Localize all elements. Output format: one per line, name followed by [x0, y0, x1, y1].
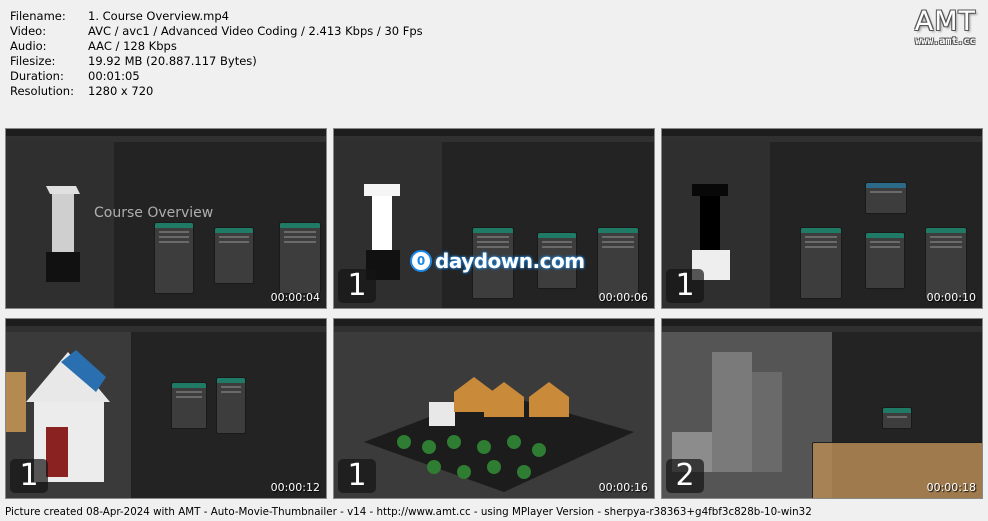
node-box: [279, 222, 321, 294]
logo-text: AMT: [914, 6, 976, 37]
node-box: [597, 227, 639, 299]
node-box: [925, 227, 967, 299]
info-key: Filename:: [10, 9, 66, 23]
viewport-3d: [334, 332, 654, 498]
node-editor: [131, 332, 326, 498]
node-box: [216, 377, 246, 434]
step-badge: 1: [10, 459, 48, 493]
thumbnail-3[interactable]: 1 00:00:10: [661, 128, 983, 309]
timestamp: 00:00:12: [270, 481, 320, 494]
info-row-duration: Duration: 00:01:05: [10, 69, 423, 84]
thumbnail-5[interactable]: 1 00:00:16: [333, 318, 655, 499]
timestamp: 00:00:18: [926, 481, 976, 494]
step-badge: 1: [338, 459, 376, 493]
tower-model-icon: [46, 186, 80, 282]
node-box: [865, 182, 907, 214]
node-box: [171, 382, 207, 429]
info-row-filename: Filename: 1. Course Overview.mp4: [10, 9, 423, 24]
info-value: 1. Course Overview.mp4: [88, 9, 229, 23]
viewport-3d: [6, 142, 114, 308]
watermark-icon: 0: [410, 250, 432, 272]
step-badge: 2: [666, 459, 704, 493]
step-badge: 1: [338, 269, 376, 303]
node-editor: [770, 142, 982, 308]
timestamp: 00:00:06: [598, 291, 648, 304]
info-row-video: Video: AVC / avc1 / Advanced Video Coding…: [10, 24, 423, 39]
watermark: 0 daydown.com: [410, 249, 585, 273]
thumbnail-4[interactable]: 1 00:00:12: [5, 318, 327, 499]
logo-url: www.amt.cc: [915, 36, 976, 47]
info-key: Resolution:: [10, 84, 74, 99]
timestamp: 00:00:16: [598, 481, 648, 494]
thumbnail-6[interactable]: 2 00:00:18: [661, 318, 983, 499]
file-info: Filename: 1. Course Overview.mp4 Video: AV…: [10, 9, 423, 100]
node-box: [800, 227, 842, 299]
info-row-audio: Audio: AAC / 128 Kbps: [10, 39, 423, 54]
info-row-filesize: Filesize: 19.92 MB (20.887.117 Bytes): [10, 54, 423, 69]
node-box: [865, 232, 905, 289]
info-row-resolution: Resolution: 1280 x 720: [10, 84, 423, 99]
info-value: AAC / 128 Kbps: [88, 39, 177, 54]
timestamp: 00:00:10: [926, 291, 976, 304]
overlay-title: Course Overview: [94, 205, 214, 221]
garden-scene-icon: [364, 377, 634, 492]
node-box: [214, 227, 254, 284]
watermark-text: daydown.com: [435, 249, 585, 273]
node-box: [882, 407, 912, 429]
info-value: 00:01:05: [88, 69, 140, 84]
node-editor: [442, 142, 654, 308]
node-box: [154, 222, 194, 294]
info-value: AVC / avc1 / Advanced Video Coding / 2.4…: [88, 24, 423, 39]
node-editor: [812, 332, 982, 498]
amt-logo: AMT www.amt.cc: [914, 6, 976, 48]
thumbnail-2[interactable]: 0 daydown.com 1 00:00:06: [333, 128, 655, 309]
footer-text: Picture created 08-Apr-2024 with AMT - A…: [5, 506, 812, 518]
info-key: Audio:: [10, 39, 47, 54]
info-key: Filesize:: [10, 54, 56, 69]
info-key: Duration:: [10, 69, 64, 84]
info-value: 19.92 MB (20.887.117 Bytes): [88, 54, 257, 69]
thumbnail-grid: Course Overview 00:00:04 0 daydown.com 1…: [5, 128, 983, 499]
step-badge: 1: [666, 269, 704, 303]
node-editor: [114, 142, 326, 308]
thumbnail-1[interactable]: Course Overview 00:00:04: [5, 128, 327, 309]
info-key: Video:: [10, 24, 47, 39]
info-value: 1280 x 720: [88, 84, 154, 99]
timestamp: 00:00:04: [270, 291, 320, 304]
